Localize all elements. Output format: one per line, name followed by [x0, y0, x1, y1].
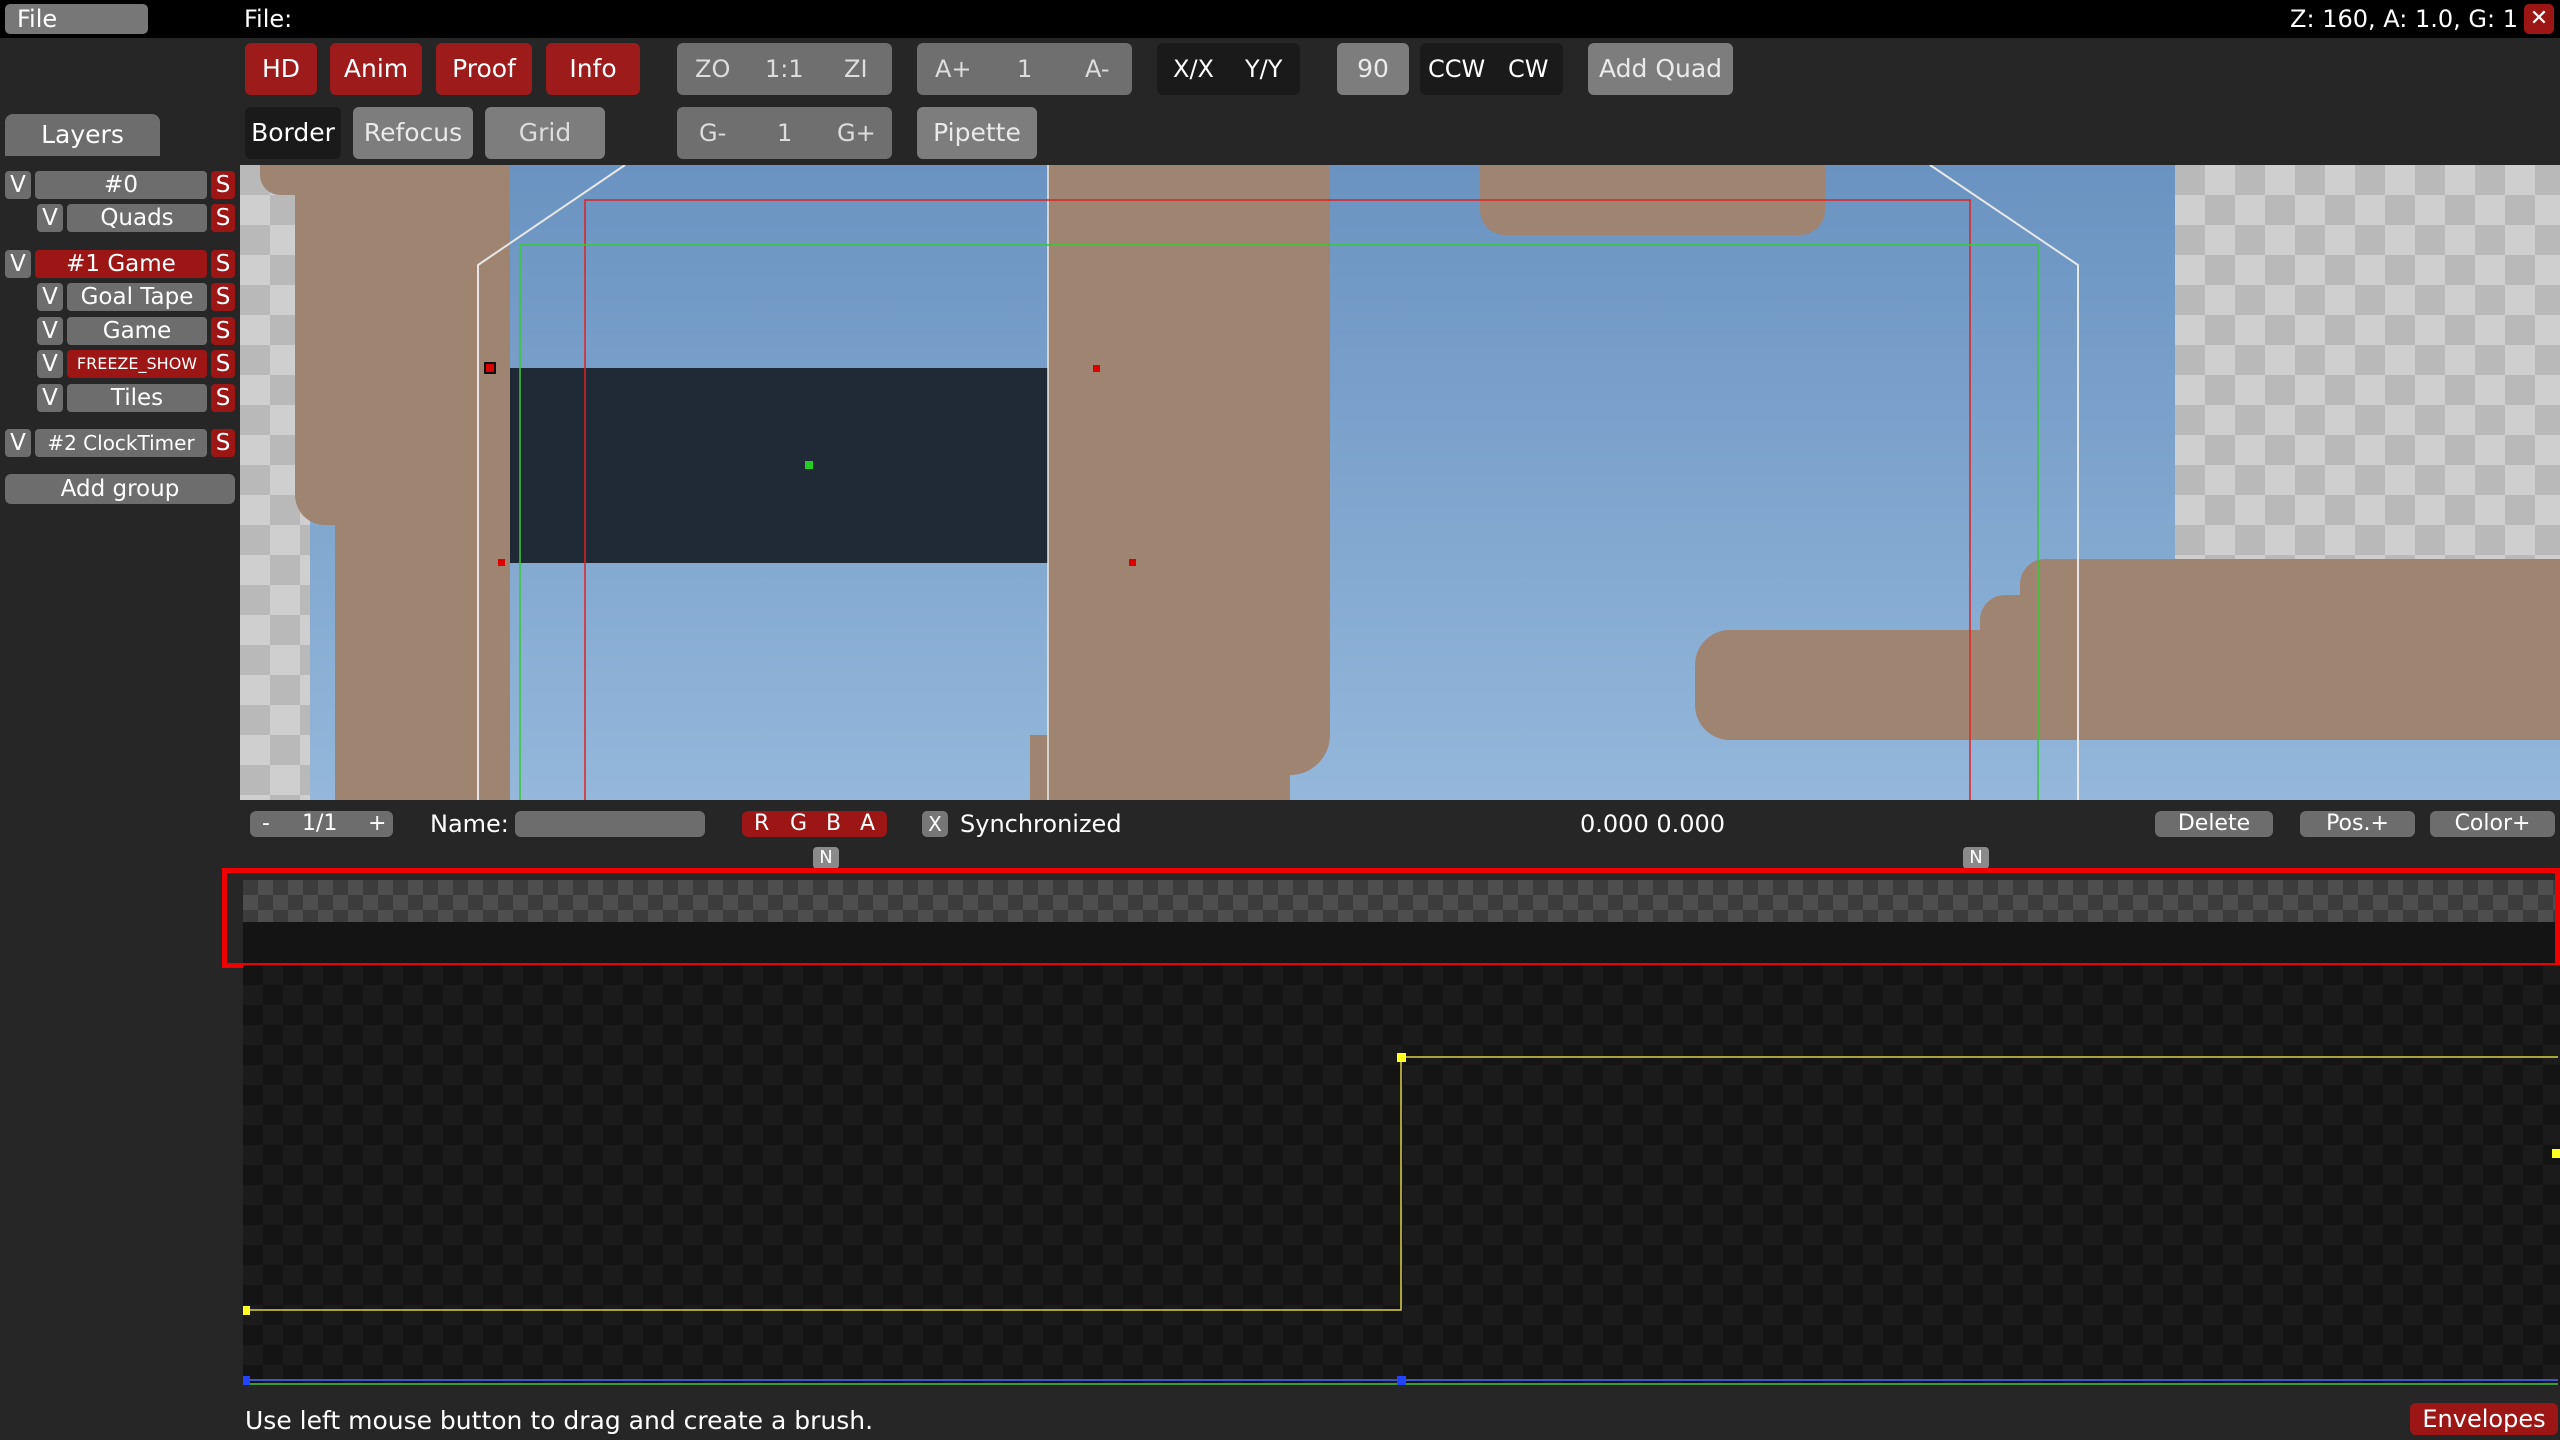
- grid-decrease-button[interactable]: G-: [699, 107, 726, 159]
- zoom-reset-button[interactable]: 1:1: [765, 43, 804, 95]
- layer-name[interactable]: #1 Game: [35, 250, 207, 278]
- visibility-toggle[interactable]: V: [5, 171, 31, 199]
- layer-row[interactable]: V Goal Tape S: [37, 283, 235, 311]
- layer-name[interactable]: Quads: [67, 204, 207, 232]
- synchronized-label: Synchronized: [960, 810, 1122, 838]
- prev-envelope-button[interactable]: -: [262, 811, 270, 837]
- rotate-cw-button[interactable]: CW: [1508, 43, 1549, 95]
- highlight-box: [222, 868, 2560, 968]
- zoom-in-button[interactable]: ZI: [844, 43, 868, 95]
- envelopes-button[interactable]: Envelopes: [2410, 1403, 2558, 1435]
- solo-toggle[interactable]: S: [211, 171, 235, 199]
- hd-button[interactable]: HD: [245, 43, 317, 95]
- flip-group: X/X Y/Y: [1157, 43, 1300, 95]
- layer-row[interactable]: V Game S: [37, 317, 235, 345]
- layer-row[interactable]: V Tiles S: [37, 384, 235, 412]
- visibility-toggle[interactable]: V: [5, 429, 31, 457]
- grid-size-value: 1: [777, 119, 793, 147]
- rotate-ccw-button[interactable]: CCW: [1428, 43, 1485, 95]
- solo-toggle[interactable]: S: [211, 204, 235, 232]
- grid-increase-button[interactable]: G+: [837, 107, 876, 159]
- file-path-label: File:: [244, 5, 293, 33]
- zoom-status-readout: Z: 160, A: 1.0, G: 1: [2290, 5, 2518, 33]
- layer-name[interactable]: Game: [67, 317, 207, 345]
- add-pos-envelope-button[interactable]: Pos.+: [2300, 811, 2415, 837]
- add-group-button[interactable]: Add group: [5, 474, 235, 504]
- layer-name[interactable]: Goal Tape: [67, 283, 207, 311]
- layer-name[interactable]: Tiles: [67, 384, 207, 412]
- delete-envelope-button[interactable]: Delete: [2155, 811, 2273, 837]
- status-hint: Use left mouse button to drag and create…: [245, 1406, 874, 1435]
- visibility-toggle[interactable]: V: [37, 384, 63, 412]
- layers-tab[interactable]: Layers: [5, 114, 160, 156]
- channel-toggles: R G B A: [742, 811, 887, 837]
- layer-row[interactable]: V Quads S: [37, 204, 235, 232]
- layer-group-row[interactable]: V #1 Game S: [5, 250, 235, 278]
- anim-speed-value: 1: [1017, 55, 1033, 83]
- channel-a-toggle[interactable]: A: [860, 811, 875, 837]
- anim-slower-button[interactable]: A-: [1085, 43, 1110, 95]
- channel-b-toggle[interactable]: B: [826, 811, 841, 837]
- layer-group-row[interactable]: V #0 S: [5, 171, 235, 199]
- rotate-amount-field[interactable]: 90: [1337, 43, 1409, 95]
- proof-button[interactable]: Proof: [436, 43, 532, 95]
- marker-badge[interactable]: N: [1963, 847, 1989, 869]
- pipette-button[interactable]: Pipette: [917, 107, 1037, 159]
- menu-bar: [0, 0, 2560, 38]
- refocus-button[interactable]: Refocus: [353, 107, 473, 159]
- anim-speed-group: A+ 1 A-: [917, 43, 1132, 95]
- marker-badge[interactable]: N: [813, 847, 839, 869]
- layer-row[interactable]: V FREEZE_SHOW S: [37, 350, 235, 378]
- anim-faster-button[interactable]: A+: [935, 43, 972, 95]
- grid-button[interactable]: Grid: [485, 107, 605, 159]
- envelope-name-label: Name:: [430, 810, 509, 838]
- add-color-envelope-button[interactable]: Color+: [2430, 811, 2555, 837]
- envelope-pager: - 1/1 +: [250, 811, 393, 837]
- envelope-page-indicator: 1/1: [302, 811, 338, 836]
- layer-name[interactable]: #2 ClockTimer: [35, 429, 207, 457]
- zoom-out-button[interactable]: ZO: [695, 43, 730, 95]
- solo-toggle[interactable]: S: [211, 429, 235, 457]
- grid-size-group: G- 1 G+: [677, 107, 892, 159]
- channel-g-toggle[interactable]: G: [790, 811, 807, 837]
- layer-name[interactable]: FREEZE_SHOW: [67, 350, 207, 378]
- synchronized-checkbox[interactable]: X: [922, 811, 948, 837]
- layer-name[interactable]: #0: [35, 171, 207, 199]
- map-viewport[interactable]: [240, 165, 2560, 800]
- file-menu-button[interactable]: File: [5, 4, 148, 34]
- solo-toggle[interactable]: S: [211, 283, 235, 311]
- visibility-toggle[interactable]: V: [37, 283, 63, 311]
- next-envelope-button[interactable]: +: [368, 811, 386, 837]
- visibility-toggle[interactable]: V: [37, 350, 63, 378]
- rotate-group: CCW CW: [1420, 43, 1563, 95]
- solo-toggle[interactable]: S: [211, 317, 235, 345]
- layer-group-row[interactable]: V #2 ClockTimer S: [5, 429, 235, 457]
- envelope-curve: [243, 1053, 2560, 1385]
- zoom-control-group: ZO 1:1 ZI: [677, 43, 892, 95]
- solo-toggle[interactable]: S: [211, 250, 235, 278]
- cursor-coords: 0.000 0.000: [1580, 810, 1726, 838]
- solo-toggle[interactable]: S: [211, 384, 235, 412]
- add-quad-button[interactable]: Add Quad: [1588, 43, 1733, 95]
- anim-button[interactable]: Anim: [330, 43, 422, 95]
- solo-toggle[interactable]: S: [211, 350, 235, 378]
- close-icon[interactable]: ✕: [2524, 4, 2554, 34]
- visibility-toggle[interactable]: V: [37, 317, 63, 345]
- info-button[interactable]: Info: [546, 43, 640, 95]
- editor-guides: [477, 165, 2079, 800]
- visibility-toggle[interactable]: V: [5, 250, 31, 278]
- visibility-toggle[interactable]: V: [37, 204, 63, 232]
- flip-y-button[interactable]: Y/Y: [1245, 43, 1282, 95]
- flip-x-button[interactable]: X/X: [1173, 43, 1214, 95]
- envelope-name-input[interactable]: [515, 811, 705, 837]
- envelope-curve-editor[interactable]: [243, 965, 2560, 1385]
- border-button[interactable]: Border: [245, 107, 341, 159]
- channel-r-toggle[interactable]: R: [754, 811, 769, 837]
